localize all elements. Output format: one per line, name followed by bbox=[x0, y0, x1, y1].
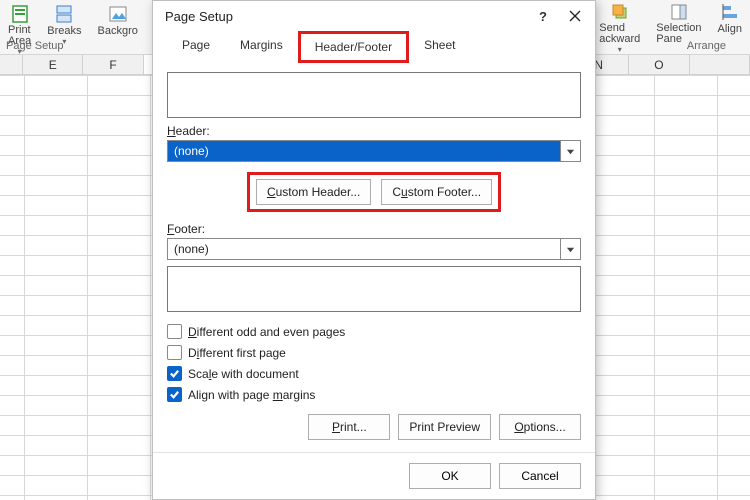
col-header[interactable] bbox=[690, 55, 750, 74]
background-icon bbox=[108, 4, 128, 24]
help-button[interactable]: ? bbox=[527, 2, 559, 30]
tab-margins[interactable]: Margins bbox=[225, 31, 298, 63]
custom-buttons-highlight: Custom Header... Custom Footer... bbox=[247, 172, 501, 212]
check-diff-odd-even[interactable]: Different odd and even pages bbox=[167, 324, 581, 339]
align-label: Align bbox=[718, 23, 742, 35]
header-select-value: (none) bbox=[168, 141, 560, 161]
footer-select-value: (none) bbox=[168, 239, 560, 259]
footer-select[interactable]: (none) bbox=[167, 238, 581, 260]
send-backward-button[interactable]: Send ackward ▾ bbox=[591, 0, 648, 54]
col-header[interactable]: F bbox=[83, 55, 143, 74]
close-button[interactable] bbox=[559, 2, 591, 30]
print-button[interactable]: Print... bbox=[308, 414, 390, 440]
footer-label: Footer: bbox=[167, 222, 581, 236]
custom-footer-button[interactable]: Custom Footer... bbox=[381, 179, 492, 205]
print-preview-button[interactable]: Print Preview bbox=[398, 414, 491, 440]
chevron-down-icon: ▾ bbox=[618, 45, 622, 54]
align-icon bbox=[720, 2, 740, 22]
chevron-down-icon[interactable] bbox=[560, 141, 580, 161]
check-scale[interactable]: Scale with document bbox=[167, 366, 581, 381]
col-header[interactable] bbox=[0, 55, 23, 74]
checkbox-icon bbox=[167, 387, 182, 402]
checkbox-icon bbox=[167, 324, 182, 339]
tab-sheet[interactable]: Sheet bbox=[409, 31, 470, 63]
tab-header-footer[interactable]: Header/Footer bbox=[298, 31, 409, 63]
checkbox-icon bbox=[167, 366, 182, 381]
checkbox-icon bbox=[167, 345, 182, 360]
breaks-icon bbox=[54, 4, 74, 24]
header-select[interactable]: (none) bbox=[167, 140, 581, 162]
custom-header-button[interactable]: Custom Header... bbox=[256, 179, 371, 205]
titlebar: Page Setup ? bbox=[153, 1, 595, 31]
header-preview bbox=[167, 72, 581, 118]
close-icon bbox=[569, 10, 581, 22]
background-label: Backgro bbox=[98, 25, 138, 37]
footer-preview bbox=[167, 266, 581, 312]
background-button[interactable]: Backgro bbox=[90, 2, 146, 37]
chevron-down-icon[interactable] bbox=[560, 239, 580, 259]
breaks-label: Breaks bbox=[47, 25, 81, 37]
ok-button[interactable]: OK bbox=[409, 463, 491, 489]
col-header[interactable]: O bbox=[629, 55, 689, 74]
dialog-footer: OK Cancel bbox=[153, 452, 595, 499]
page-setup-dialog: Page Setup ? Page Margins Header/Footer … bbox=[152, 0, 596, 500]
options-button[interactable]: Options... bbox=[499, 414, 581, 440]
send-backward-icon bbox=[610, 2, 630, 22]
tab-strip: Page Margins Header/Footer Sheet bbox=[153, 31, 595, 64]
check-diff-first[interactable]: Different first page bbox=[167, 345, 581, 360]
check-align-margins[interactable]: Align with page margins bbox=[167, 387, 581, 402]
send-backward-label: Send ackward bbox=[599, 23, 640, 45]
tab-page[interactable]: Page bbox=[167, 31, 225, 63]
dialog-title: Page Setup bbox=[165, 9, 233, 24]
col-header[interactable]: E bbox=[23, 55, 83, 74]
header-label: Header: bbox=[167, 124, 581, 138]
cancel-button[interactable]: Cancel bbox=[499, 463, 581, 489]
selection-pane-icon bbox=[669, 2, 689, 22]
ribbon-group-page-setup: Page Setup bbox=[0, 40, 70, 54]
ribbon-group-arrange: Arrange bbox=[681, 40, 732, 54]
print-area-icon bbox=[10, 4, 30, 24]
